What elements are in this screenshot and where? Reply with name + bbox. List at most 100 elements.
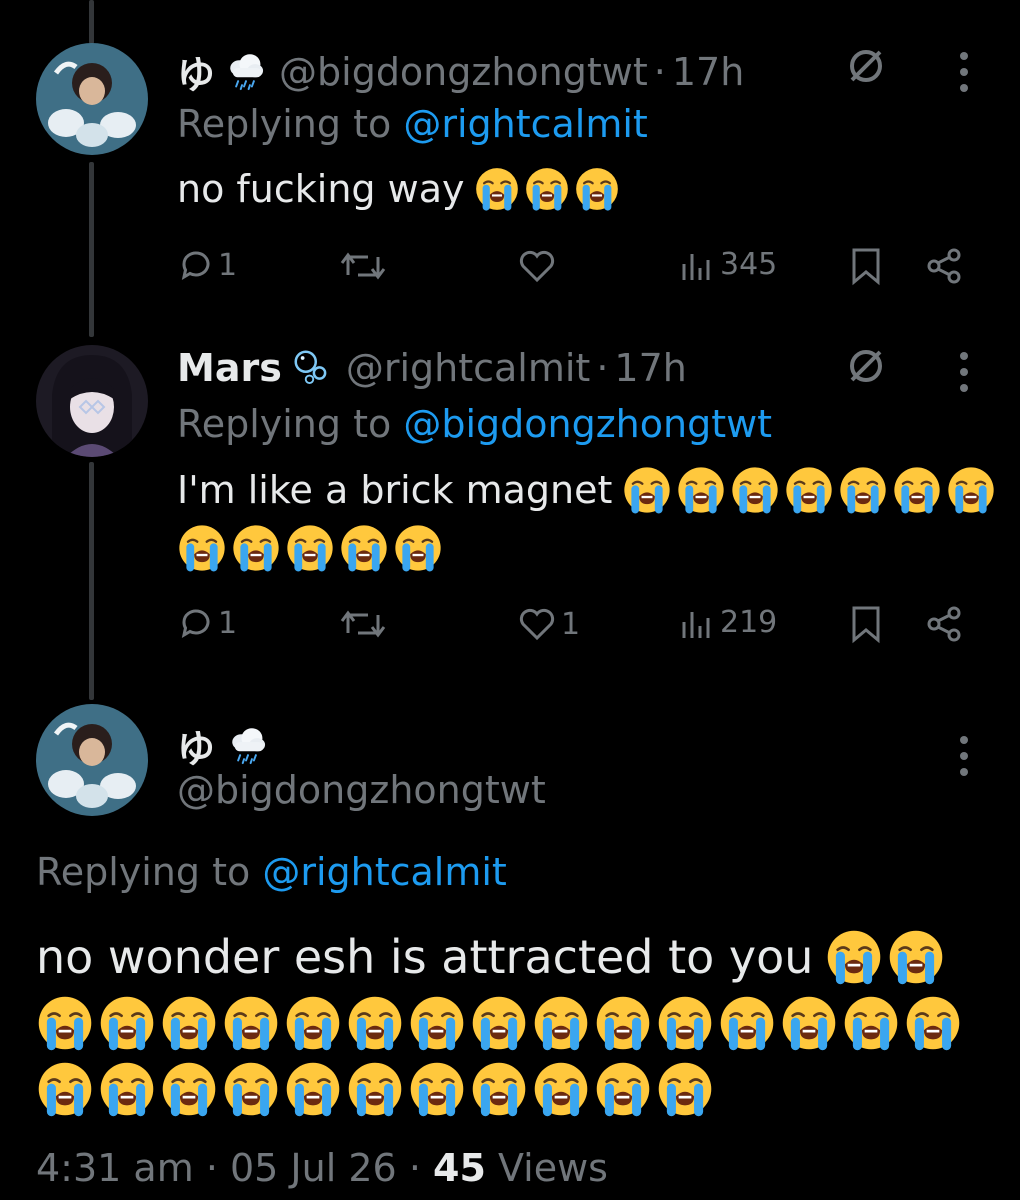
timestamp[interactable]: 17h	[672, 50, 744, 94]
more-options-icon[interactable]	[958, 736, 970, 780]
tweet-text: no wonder esh is attracted to you	[36, 928, 996, 1118]
crying-face-emoji-icon	[825, 928, 883, 986]
more-options-icon[interactable]	[958, 352, 970, 396]
handle[interactable]: @bigdongzhongtwt	[177, 768, 546, 812]
replying-line: Replying to @rightcalmit	[177, 102, 648, 146]
crying-face-emoji-icon	[784, 465, 834, 515]
crying-face-emoji-icon	[474, 166, 520, 212]
crying-face-emoji-icon	[574, 166, 620, 212]
crying-face-emoji-icon	[622, 465, 672, 515]
crying-face-emoji-icon	[284, 994, 342, 1052]
hide-reply-icon[interactable]	[846, 346, 886, 386]
crying-face-emoji-icon	[594, 994, 652, 1052]
tweet-text: no fucking way	[177, 166, 620, 212]
cloud-rain-icon	[225, 51, 267, 93]
tweet-header: ゆ @bigdongzhongtwt · 17h	[177, 44, 744, 99]
emoji-group	[177, 523, 997, 573]
reply-button[interactable]: 1	[178, 247, 237, 283]
tweet-body: no fucking way	[177, 167, 465, 211]
crying-face-emoji-icon	[532, 994, 590, 1052]
emoji-group	[36, 1060, 996, 1118]
crying-face-emoji-icon	[532, 1060, 590, 1118]
crying-face-emoji-icon	[339, 523, 389, 573]
crying-face-emoji-icon	[892, 465, 942, 515]
author-name-row: ゆ	[177, 718, 269, 773]
handle[interactable]: @rightcalmit	[346, 346, 591, 390]
crying-face-emoji-icon	[177, 523, 227, 573]
replying-to-link[interactable]: @rightcalmit	[403, 102, 648, 146]
crying-face-emoji-icon	[98, 994, 156, 1052]
separator-dot: ·	[596, 346, 609, 390]
crying-face-emoji-icon	[904, 994, 962, 1052]
bookmark-icon[interactable]	[850, 246, 882, 286]
views-label: Views	[497, 1146, 608, 1190]
crying-face-emoji-icon	[780, 994, 838, 1052]
more-options-icon[interactable]	[958, 52, 970, 96]
views-button[interactable]: 219	[680, 605, 777, 640]
post-time[interactable]: 4:31 am	[36, 1146, 194, 1190]
handle[interactable]: @bigdongzhongtwt	[279, 50, 648, 94]
reply-button[interactable]: 1	[178, 605, 237, 641]
bookmark-icon[interactable]	[850, 604, 882, 644]
tweet-text: I'm like a brick magnet	[177, 465, 997, 573]
crying-face-emoji-icon	[346, 1060, 404, 1118]
crying-face-emoji-icon	[524, 166, 570, 212]
crying-face-emoji-icon	[160, 1060, 218, 1118]
thread-line-2	[89, 462, 94, 700]
crying-face-emoji-icon	[676, 465, 726, 515]
crying-face-emoji-icon	[842, 994, 900, 1052]
reply-count: 1	[218, 247, 238, 283]
views-count: 45	[433, 1146, 486, 1190]
avatar[interactable]	[36, 43, 148, 155]
views-count: 345	[720, 247, 778, 282]
crying-face-emoji-icon	[656, 994, 714, 1052]
separator-dot: ·	[408, 1146, 421, 1190]
crying-face-emoji-icon	[393, 523, 443, 573]
crying-face-emoji-icon	[656, 1060, 714, 1118]
repost-button[interactable]	[340, 607, 390, 641]
display-name[interactable]: ゆ	[177, 44, 215, 99]
crying-face-emoji-icon	[346, 994, 404, 1052]
tweet-meta: 4:31 am · 05 Jul 26 · 45 Views	[36, 1146, 608, 1190]
crying-face-emoji-icon	[222, 1060, 280, 1118]
replying-line: Replying to @bigdongzhongtwt	[177, 402, 772, 446]
avatar[interactable]	[36, 345, 148, 457]
tweet-body: I'm like a brick magnet	[177, 468, 613, 512]
thread-line-top	[89, 0, 94, 44]
replying-to-link[interactable]: @rightcalmit	[262, 850, 507, 894]
share-icon[interactable]	[924, 604, 964, 644]
post-date[interactable]: 05 Jul 26	[230, 1146, 397, 1190]
timestamp[interactable]: 17h	[614, 346, 686, 390]
avatar[interactable]	[36, 704, 148, 816]
like-count: 1	[561, 606, 581, 642]
like-button[interactable]: 1	[517, 606, 580, 642]
repost-button[interactable]	[340, 249, 390, 283]
emoji-group	[36, 994, 996, 1052]
display-name[interactable]: ゆ	[177, 718, 215, 773]
tweet-body: no wonder esh is attracted to you	[36, 930, 814, 984]
crying-face-emoji-icon	[222, 994, 280, 1052]
crying-face-emoji-icon	[408, 994, 466, 1052]
hide-reply-icon[interactable]	[846, 46, 886, 86]
like-button[interactable]	[517, 248, 561, 284]
share-icon[interactable]	[924, 246, 964, 286]
crying-face-emoji-icon	[718, 994, 776, 1052]
crying-face-emoji-icon	[284, 1060, 342, 1118]
cloud-rain-icon	[227, 725, 269, 767]
crying-face-emoji-icon	[98, 1060, 156, 1118]
crying-face-emoji-icon	[594, 1060, 652, 1118]
views-button[interactable]: 345	[680, 247, 777, 282]
crying-face-emoji-icon	[887, 928, 945, 986]
crying-face-emoji-icon	[36, 994, 94, 1052]
crying-face-emoji-icon	[285, 523, 335, 573]
display-name[interactable]: Mars	[177, 346, 282, 390]
crying-face-emoji-icon	[730, 465, 780, 515]
tweet-header: Mars @rightcalmit · 17h	[177, 346, 687, 390]
emoji-group	[474, 166, 620, 212]
author-handle-row: @bigdongzhongtwt	[177, 768, 546, 812]
crying-face-emoji-icon	[408, 1060, 466, 1118]
replying-label: Replying to	[36, 850, 251, 894]
views-count: 219	[720, 605, 778, 640]
replying-to-link[interactable]: @bigdongzhongtwt	[403, 402, 772, 446]
replying-label: Replying to	[177, 402, 392, 446]
